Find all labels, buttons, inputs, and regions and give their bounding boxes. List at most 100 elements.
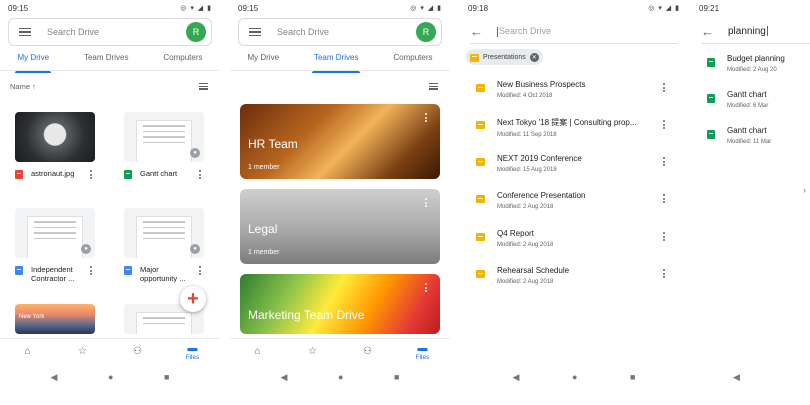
search-input[interactable]: planning <box>728 26 769 37</box>
hamburger-menu-icon[interactable] <box>19 28 31 36</box>
file-name: Independent Contractor ... <box>31 265 75 283</box>
more-options-icon[interactable] <box>196 169 204 179</box>
recents-icon[interactable]: ■ <box>164 372 169 382</box>
file-card[interactable]: astronaut.jpg <box>15 112 95 179</box>
nav-shared[interactable]: ⚇ <box>123 346 153 357</box>
file-thumbnail: ● <box>124 112 204 162</box>
recents-icon[interactable]: ■ <box>630 372 635 382</box>
nav-home[interactable]: ⌂ <box>13 346 43 357</box>
home-button-icon[interactable]: ● <box>338 372 343 382</box>
search-input[interactable]: Search Drive <box>277 27 416 37</box>
list-item[interactable]: Q4 Report Modified: 2 Aug 2018 <box>476 229 668 257</box>
file-name: Conference Presentation <box>497 191 586 200</box>
file-card[interactable]: New York <box>15 304 95 334</box>
sheets-file-icon <box>707 94 715 103</box>
file-card[interactable]: ● Independent Contractor ... <box>15 208 95 283</box>
more-options-icon[interactable] <box>422 197 430 207</box>
list-item[interactable]: Rehearsal Schedule Modified: 2 Aug 2018 <box>476 266 668 294</box>
list-item[interactable]: Conference Presentation Modified: 2 Aug 2… <box>476 191 668 219</box>
sort-by-name-button[interactable]: Name ↑ <box>10 82 36 91</box>
back-arrow-icon[interactable]: ← <box>701 24 714 39</box>
docs-file-icon <box>124 266 132 275</box>
back-icon[interactable]: ◀ <box>733 372 740 383</box>
list-view-icon[interactable] <box>429 83 438 90</box>
more-options-icon[interactable] <box>422 282 430 292</box>
more-options-icon[interactable] <box>660 156 668 166</box>
back-icon[interactable]: ◀ <box>513 372 520 383</box>
nav-home[interactable]: ⌂ <box>243 346 273 357</box>
more-options-icon[interactable] <box>422 112 430 122</box>
team-drive-card[interactable]: Legal 1 member <box>240 189 440 264</box>
team-drive-members: 1 member <box>248 164 280 171</box>
tab-my-drive[interactable]: My Drive <box>247 52 279 70</box>
nav-starred[interactable]: ☆ <box>298 346 328 357</box>
home-button-icon[interactable]: ● <box>108 372 113 382</box>
avatar[interactable]: R <box>186 22 206 42</box>
divider <box>0 70 220 71</box>
back-arrow-icon[interactable]: ← <box>470 24 483 39</box>
more-options-icon[interactable] <box>196 265 204 275</box>
more-options-icon[interactable] <box>660 119 668 129</box>
team-drive-card[interactable]: Marketing Team Drive <box>240 274 440 334</box>
slides-file-icon <box>476 121 485 129</box>
tab-team-drives[interactable]: Team Drives <box>311 52 361 73</box>
divider <box>230 70 450 71</box>
team-drive-name: HR Team <box>248 137 298 151</box>
file-name: Gantt chart <box>140 169 178 178</box>
nav-starred[interactable]: ☆ <box>68 346 98 357</box>
avatar[interactable]: R <box>416 22 436 42</box>
status-bar: 09:21 <box>699 2 802 14</box>
screen-my-drive: 09:15 ◎ ▾ ◢ ▮ Search Drive R My Drive Te… <box>0 0 220 405</box>
nav-files-label: Files <box>185 353 200 361</box>
tab-team-drives[interactable]: Team Drives <box>84 52 128 70</box>
tab-my-drive[interactable]: My Drive <box>15 52 51 73</box>
home-button-icon[interactable]: ● <box>572 372 577 382</box>
close-icon[interactable]: ✕ <box>529 52 539 62</box>
file-card[interactable]: ● Gantt chart <box>124 112 204 179</box>
status-time: 09:18 <box>468 3 489 13</box>
list-item[interactable]: Gantt chart Modified: 11 Mar <box>707 126 810 154</box>
back-icon[interactable]: ◀ <box>281 372 288 383</box>
more-options-icon[interactable] <box>87 169 95 179</box>
list-item[interactable]: Budget planning Modified: 2 Aug 20 <box>707 54 810 82</box>
thumbnail-caption: New York <box>19 314 45 320</box>
search-bar[interactable]: Search Drive R <box>238 18 442 46</box>
people-icon: ⚇ <box>133 346 142 357</box>
slides-file-icon <box>476 270 485 278</box>
more-options-icon[interactable] <box>660 268 668 278</box>
screen-search-presentations: 09:18 ◎ ▾ ◢ ▮ ← Search Drive Presentatio… <box>460 0 688 405</box>
list-item[interactable]: Next Tokyo '18 提案 | Consulting prop... Mo… <box>476 117 668 145</box>
more-options-icon[interactable] <box>660 231 668 241</box>
list-view-icon[interactable] <box>199 83 208 91</box>
search-input[interactable]: Search Drive <box>47 27 186 37</box>
file-card[interactable]: ● Major opportunity ... <box>124 208 204 283</box>
more-options-icon[interactable] <box>87 265 95 275</box>
more-options-icon[interactable] <box>660 193 668 203</box>
hamburger-menu-icon[interactable] <box>249 28 261 36</box>
new-file-fab[interactable]: + <box>180 286 206 312</box>
status-bar: 09:15 ◎ ▾ ◢ ▮ <box>238 2 442 14</box>
system-navigation: ◀ ● ■ <box>460 370 688 384</box>
recents-icon[interactable]: ■ <box>394 372 399 382</box>
nav-files[interactable]: ▬ Files <box>408 343 438 361</box>
tab-computers[interactable]: Computers <box>393 52 432 70</box>
text-cursor <box>497 26 498 37</box>
nav-files[interactable]: ▬ Files <box>178 343 208 361</box>
team-drive-name: Legal <box>248 222 278 236</box>
nav-shared[interactable]: ⚇ <box>353 346 383 357</box>
file-modified: Modified: 2 Aug 2018 <box>497 204 554 210</box>
more-options-icon[interactable] <box>660 82 668 92</box>
list-item[interactable]: NEXT 2019 Conference Modified: 15 Aug 201… <box>476 154 668 182</box>
filter-chip-presentations[interactable]: Presentations ✕ <box>466 49 543 65</box>
file-name: New Business Prospects <box>497 80 586 89</box>
list-item[interactable]: Gantt chart Modified: 6 Mar <box>707 90 810 118</box>
back-icon[interactable]: ◀ <box>51 372 58 383</box>
tab-computers[interactable]: Computers <box>163 52 202 70</box>
team-drive-card[interactable]: HR Team 1 member <box>240 104 440 179</box>
list-item[interactable]: New Business Prospects Modified: 4 Oct 20… <box>476 80 668 108</box>
search-bar[interactable]: Search Drive R <box>8 18 212 46</box>
system-navigation: ◀ <box>693 370 810 384</box>
file-modified: Modified: 2 Aug 20 <box>727 67 777 73</box>
search-input[interactable]: Search Drive <box>497 26 551 37</box>
slides-file-icon <box>476 158 485 166</box>
